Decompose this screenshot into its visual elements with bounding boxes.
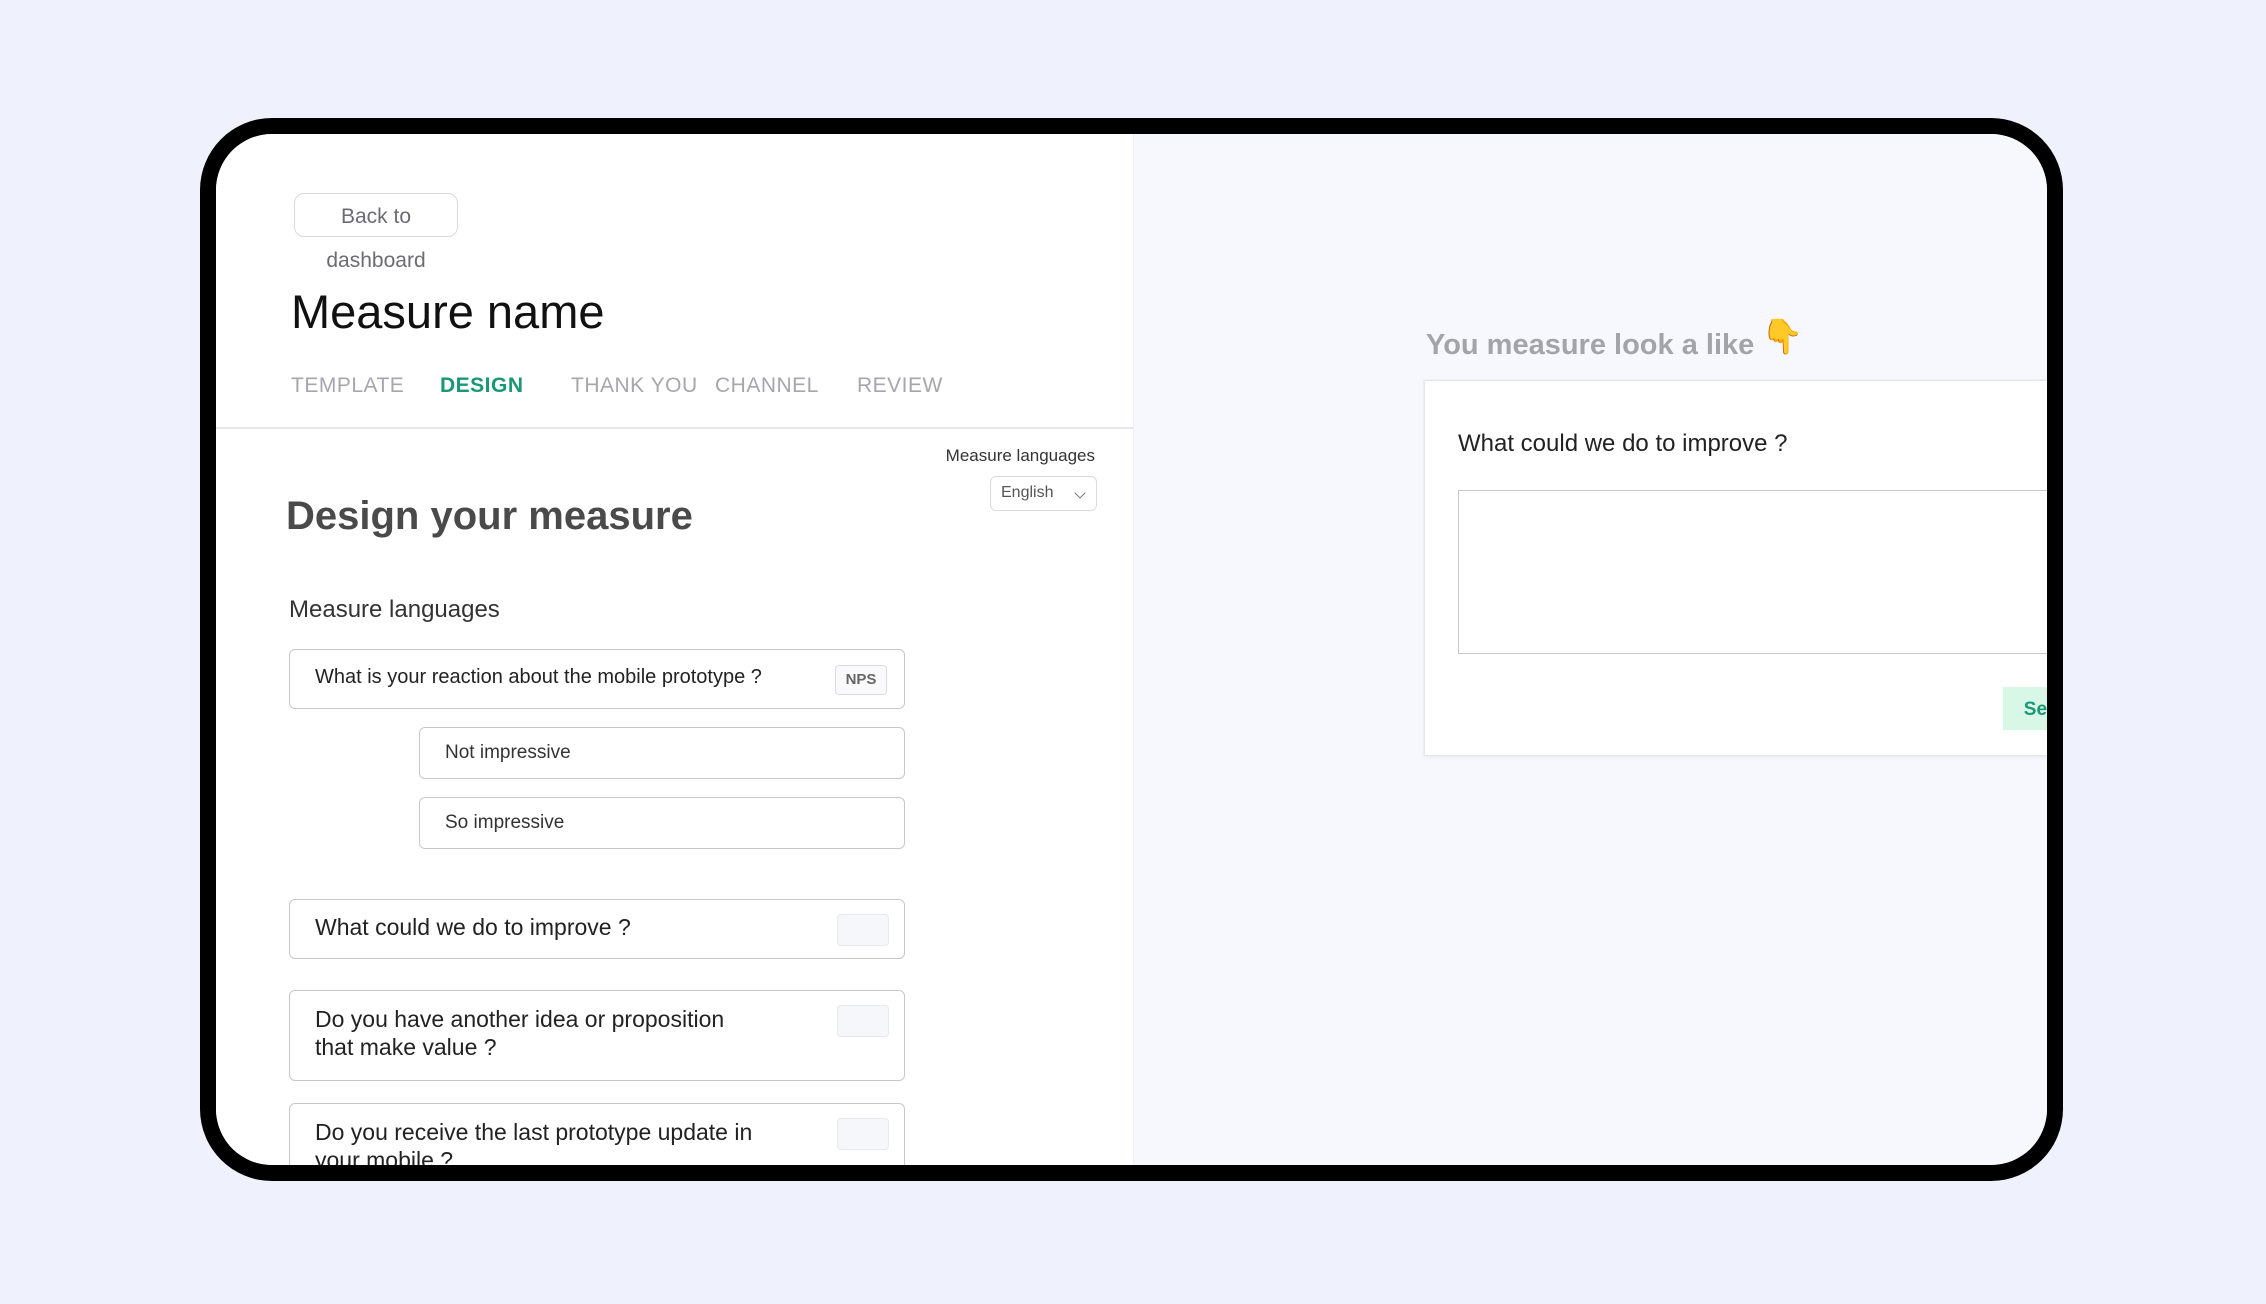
tab-divider (216, 427, 1133, 429)
preview-heading: You measure look a like (1426, 329, 1755, 361)
question-type-badge: NPS (835, 665, 887, 695)
tab-channel[interactable]: CHANNEL (715, 374, 819, 398)
question-item[interactable]: Do you receive the last prototype update… (289, 1103, 905, 1165)
back-to-dashboard-button[interactable]: Back to dashboard (294, 193, 458, 272)
question-type-badge (837, 1118, 889, 1150)
question-item[interactable]: What could we do to improve ? (289, 899, 905, 959)
question-text-line: that make value ? (315, 1034, 497, 1060)
editor-panel: Back to dashboard Measure name TEMPLATE … (216, 134, 1134, 1165)
send-button[interactable]: Send (2003, 687, 2047, 730)
tab-thank-you[interactable]: THANK YOU (571, 374, 698, 398)
question-text: Do you have another idea or proposition … (315, 1005, 724, 1061)
language-select-value: English (1001, 484, 1054, 501)
question-type-badge (837, 1005, 889, 1037)
question-type-badge (837, 914, 889, 946)
design-heading: Design your measure (286, 494, 693, 538)
preview-card: What could we do to improve ? Send (1425, 381, 2047, 755)
tab-template[interactable]: TEMPLATE (291, 374, 404, 398)
chevron-down-icon (1074, 487, 1086, 499)
question-text-line: Do you receive the last prototype update… (315, 1119, 753, 1145)
question-text: What could we do to improve ? (315, 914, 631, 940)
language-select[interactable]: English (990, 476, 1097, 511)
answer-option[interactable]: So impressive (419, 797, 905, 849)
question-text: Do you receive the last prototype update… (315, 1118, 752, 1165)
page-title: Measure name (291, 285, 605, 338)
question-text-line: your mobile ? (315, 1147, 454, 1165)
pointing-down-hand-icon: 👇 (1761, 318, 1804, 356)
preview-panel: You measure look a like 👇 What could we … (1134, 134, 2047, 1165)
page-background: Back to dashboard Measure name TEMPLATE … (0, 0, 2266, 1304)
tab-design[interactable]: DESIGN (440, 374, 524, 398)
question-item[interactable]: What is your reaction about the mobile p… (289, 649, 905, 709)
question-item[interactable]: Do you have another idea or proposition … (289, 990, 905, 1081)
answer-textarea[interactable] (1458, 490, 2047, 654)
section-label: Measure languages (289, 596, 500, 623)
device-frame: Back to dashboard Measure name TEMPLATE … (200, 118, 2063, 1181)
tab-review[interactable]: REVIEW (857, 374, 943, 398)
answer-option[interactable]: Not impressive (419, 727, 905, 779)
preview-question: What could we do to improve ? (1458, 430, 1788, 457)
question-text-line: Do you have another idea or proposition (315, 1006, 725, 1032)
app-screen: Back to dashboard Measure name TEMPLATE … (216, 134, 2047, 1165)
question-text: What is your reaction about the mobile p… (315, 666, 762, 688)
language-label: Measure languages (945, 446, 1095, 465)
